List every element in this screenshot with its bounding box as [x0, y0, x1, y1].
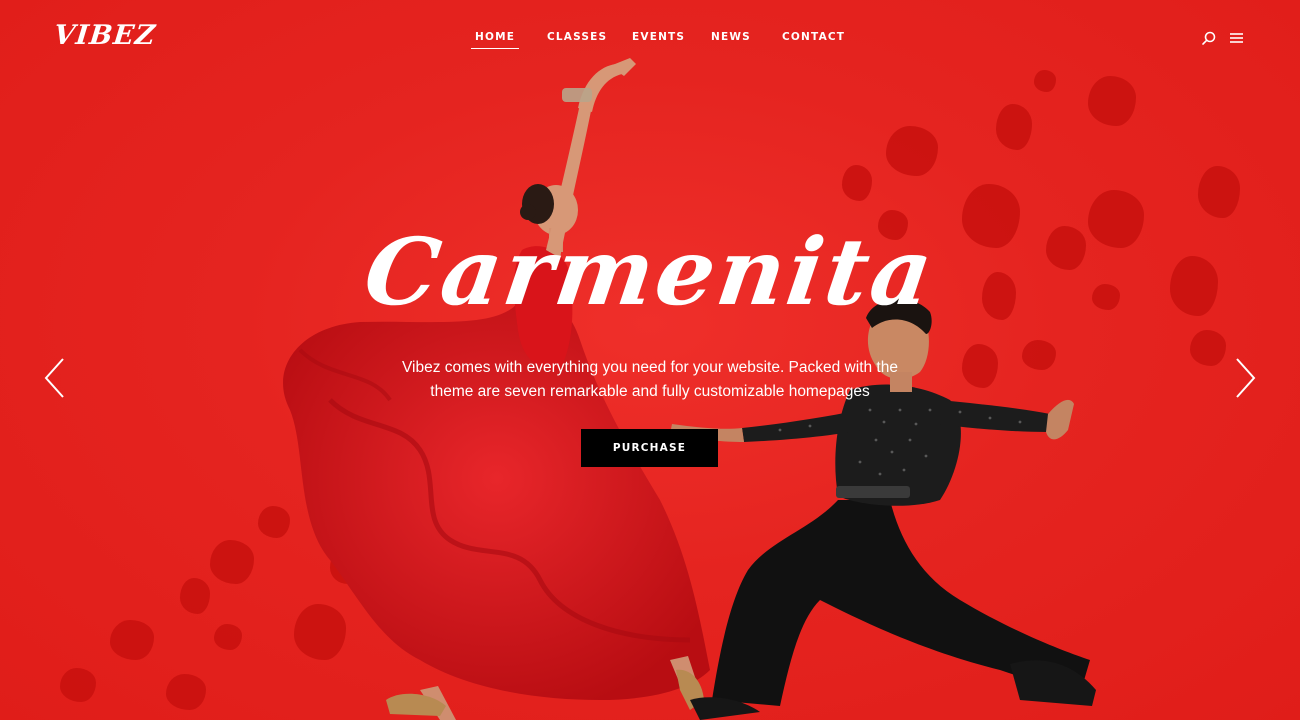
hero-title: Carmenita: [358, 218, 942, 326]
hero-subtitle-line-2: theme are seven remarkable and fully cus…: [430, 383, 870, 400]
hero-subtitle-line-1: Vibez comes with everything you need for…: [402, 359, 898, 376]
slider-next-button[interactable]: [1232, 356, 1258, 400]
slider-prev-button[interactable]: [42, 356, 68, 400]
purchase-button[interactable]: PURCHASE: [581, 429, 718, 467]
hero-subtitle: Vibez comes with everything you need for…: [380, 356, 920, 404]
chevron-left-icon: [44, 358, 64, 398]
chevron-right-icon: [1236, 358, 1256, 398]
hero-slider: VIBEZ HOME CLASSES EVENTS NEWS CONTACT C…: [0, 0, 1300, 720]
